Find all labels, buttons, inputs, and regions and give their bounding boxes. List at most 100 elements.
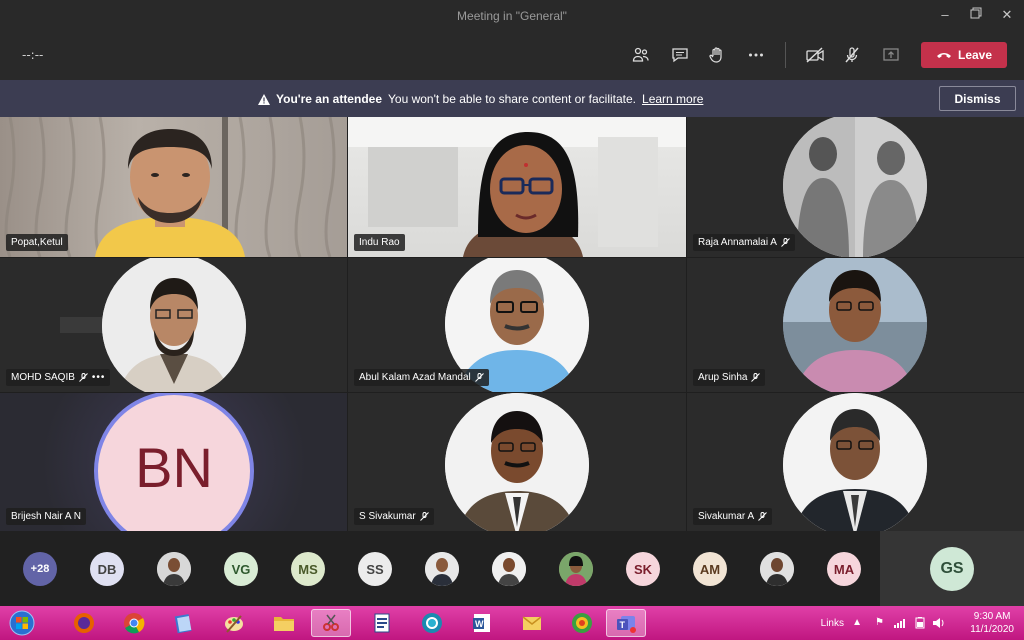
video-tile[interactable]: Sivakumar A [687,393,1024,531]
participant-photo-small[interactable] [559,552,593,586]
avatar-photo [157,552,191,586]
avatar-photo [783,117,927,257]
snipping-taskbar-icon[interactable] [311,609,351,637]
video-tile[interactable]: S Sivakumar [348,393,686,531]
participant-name-tag: Popat,Ketul [6,234,68,251]
participant-photo-small[interactable] [157,552,191,586]
firefox-taskbar-icon[interactable] [64,609,104,637]
start-button[interactable] [2,609,42,637]
self-preview[interactable]: GS [880,531,1024,606]
clock[interactable]: 9:30 AM 11/1/2020 [970,610,1014,636]
participant-avatar-small[interactable]: SS [358,552,392,586]
participant-name-tag: Brijesh Nair A N [6,508,87,525]
raise-hand-button[interactable] [705,43,729,67]
svg-text:T: T [620,620,626,630]
leave-button[interactable]: Leave [921,42,1007,68]
restore-button[interactable] [967,6,985,24]
hang-up-icon [936,53,951,58]
envelope-taskbar-icon[interactable] [512,609,552,637]
more-icon [749,53,763,57]
muted-icon [751,373,761,382]
participant-avatar [445,393,589,531]
participant-name: MOHD SAQIB [11,372,75,383]
share-icon [883,48,899,61]
avatar-photo [783,258,927,392]
network-icon[interactable] [894,618,908,628]
camera-toggle-button[interactable] [803,43,827,67]
participant-name-tag: MOHD SAQIB ••• [6,369,111,386]
participant-name: Raja Annamalai A [698,237,777,248]
avatar-initials: BN [135,436,213,499]
video-tile[interactable]: BN Brijesh Nair A N [0,393,347,531]
participant-name-tag: Sivakumar A [693,508,773,525]
participant-avatar-small[interactable]: VG [224,552,258,586]
participant-name: Indu Rao [359,237,400,248]
learn-more-link[interactable]: Learn more [642,92,703,106]
video-tile[interactable]: MOHD SAQIB ••• [0,258,347,392]
mic-off-icon [845,47,859,63]
clock-time: 9:30 AM [973,611,1011,622]
book-taskbar-icon[interactable] [164,609,204,637]
word-taskbar-icon[interactable]: W [462,609,502,637]
media-taskbar-icon[interactable] [562,609,602,637]
video-tile[interactable]: Indu Rao [348,117,686,257]
chat-button[interactable] [668,43,692,67]
participant-name: S Sivakumar [359,511,416,522]
participant-avatar: BN [94,393,254,531]
warning-icon [258,93,270,105]
battery-icon[interactable] [914,617,926,629]
participant-photo-small[interactable] [492,552,526,586]
participant-avatar-small[interactable]: MS [291,552,325,586]
participant-name: Sivakumar A [698,511,755,522]
mic-toggle-button[interactable] [840,43,864,67]
participant-avatar-small[interactable]: DB [90,552,124,586]
folder-taskbar-icon[interactable] [264,609,304,637]
raise-hand-icon [709,47,722,63]
participant-photo-small[interactable] [425,552,459,586]
video-tile[interactable]: Arup Sinha [687,258,1024,392]
close-button[interactable]: ✕ [998,6,1016,24]
participant-avatar [783,258,927,392]
participant-name: Brijesh Nair A N [11,511,82,522]
flag-icon[interactable]: ⚑ [875,617,884,628]
dismiss-button[interactable]: Dismiss [939,86,1016,111]
windows-taskbar: W T Links ▲ ⚑ 9:30 AM 11/1/2020 [0,606,1024,640]
teams-meeting-window: Meeting in "General" – ✕ --:-- Leave You… [0,0,1024,640]
teams-taskbar-icon[interactable]: T [606,609,646,637]
paint-taskbar-icon[interactable] [214,609,254,637]
participant-name: Popat,Ketul [11,237,63,248]
clock-date: 11/1/2020 [970,624,1014,635]
document-taskbar-icon[interactable] [362,609,402,637]
tray-expand-icon[interactable]: ▲ [852,617,862,628]
video-tile[interactable]: Popat,Ketul [0,117,347,257]
participant-name-tag: Indu Rao [354,234,405,251]
share-tray-button[interactable] [879,43,903,67]
participants-button[interactable] [629,43,653,67]
links-toolbar[interactable]: Links [821,618,844,629]
camera-off-icon [806,47,824,63]
minimize-button[interactable]: – [936,6,954,24]
overflow-participants-button[interactable]: +28 [23,552,57,586]
more-options-icon[interactable]: ••• [92,369,106,386]
participant-photo-small[interactable] [760,552,794,586]
people-icon [632,47,649,62]
windows-logo-icon [9,610,35,636]
self-avatar: GS [930,547,974,591]
participant-name-tag: Abul Kalam Azad Mandal [354,369,489,386]
participant-avatar-small[interactable]: SK [626,552,660,586]
muted-icon [79,373,88,382]
participant-avatar-small[interactable]: MA [827,552,861,586]
muted-icon [474,373,484,382]
chrome-taskbar-icon[interactable] [114,609,154,637]
avatar-photo [445,393,589,531]
participant-avatar-small[interactable]: AM [693,552,727,586]
video-tile[interactable]: Raja Annamalai A [687,117,1024,257]
muted-icon [758,512,767,521]
circle-app-taskbar-icon[interactable] [412,609,452,637]
more-actions-button[interactable] [744,43,768,67]
video-tile[interactable]: Abul Kalam Azad Mandal [348,258,686,392]
banner-title: You're an attendee [276,92,382,106]
volume-icon[interactable] [932,617,946,629]
participant-name: Abul Kalam Azad Mandal [359,372,471,383]
meeting-timer: --:-- [22,48,44,62]
